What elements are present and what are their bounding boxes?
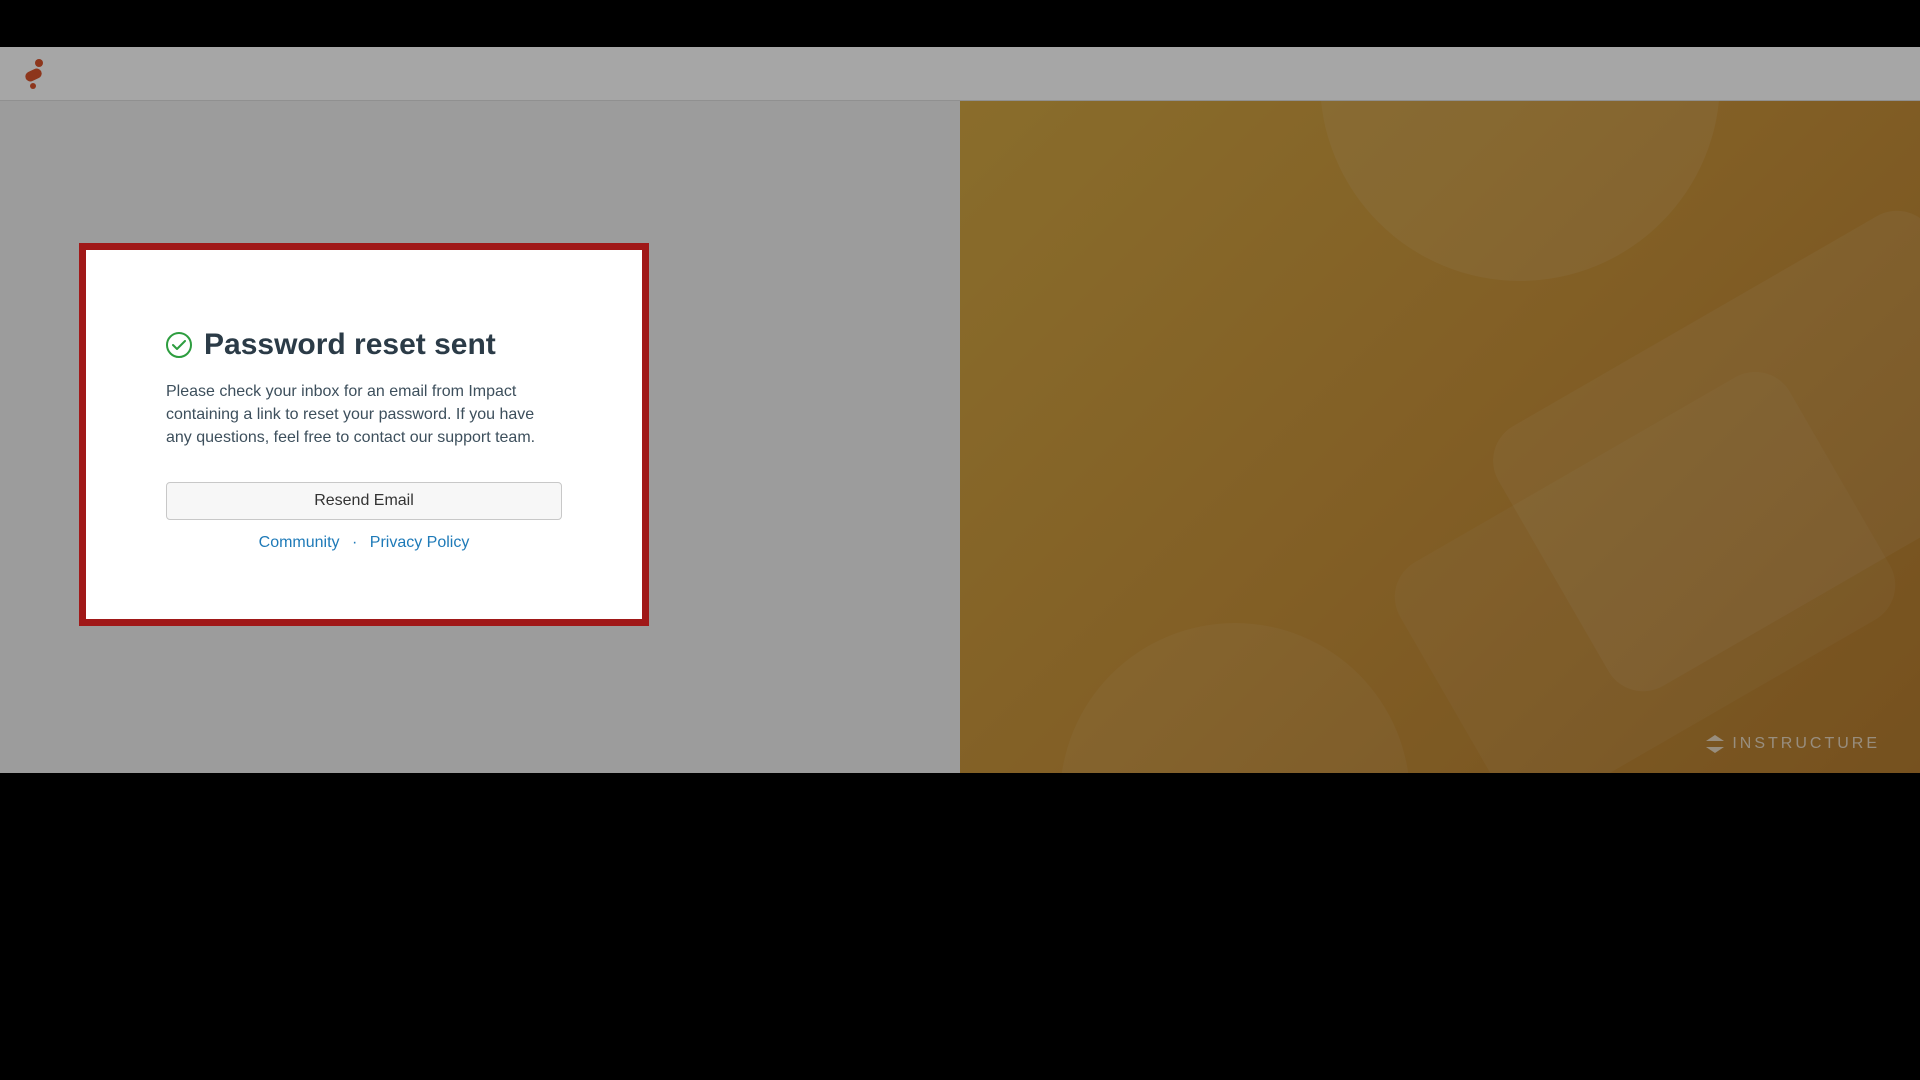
dialog-body-text: Please check your inbox for an email fro… <box>166 380 562 450</box>
dialog-title-row: Password reset sent <box>166 328 562 362</box>
resend-email-button[interactable]: Resend Email <box>166 482 562 520</box>
footer-links: Community · Privacy Policy <box>166 534 562 552</box>
dialog-title: Password reset sent <box>204 328 496 362</box>
community-link[interactable]: Community <box>259 534 340 551</box>
success-check-icon <box>166 332 192 358</box>
app-viewport: INSTRUCTURE Password reset sent Please c… <box>0 47 1920 773</box>
password-reset-dialog: Password reset sent Please check your in… <box>79 243 649 626</box>
link-separator: · <box>352 534 357 551</box>
privacy-policy-link[interactable]: Privacy Policy <box>370 534 470 551</box>
